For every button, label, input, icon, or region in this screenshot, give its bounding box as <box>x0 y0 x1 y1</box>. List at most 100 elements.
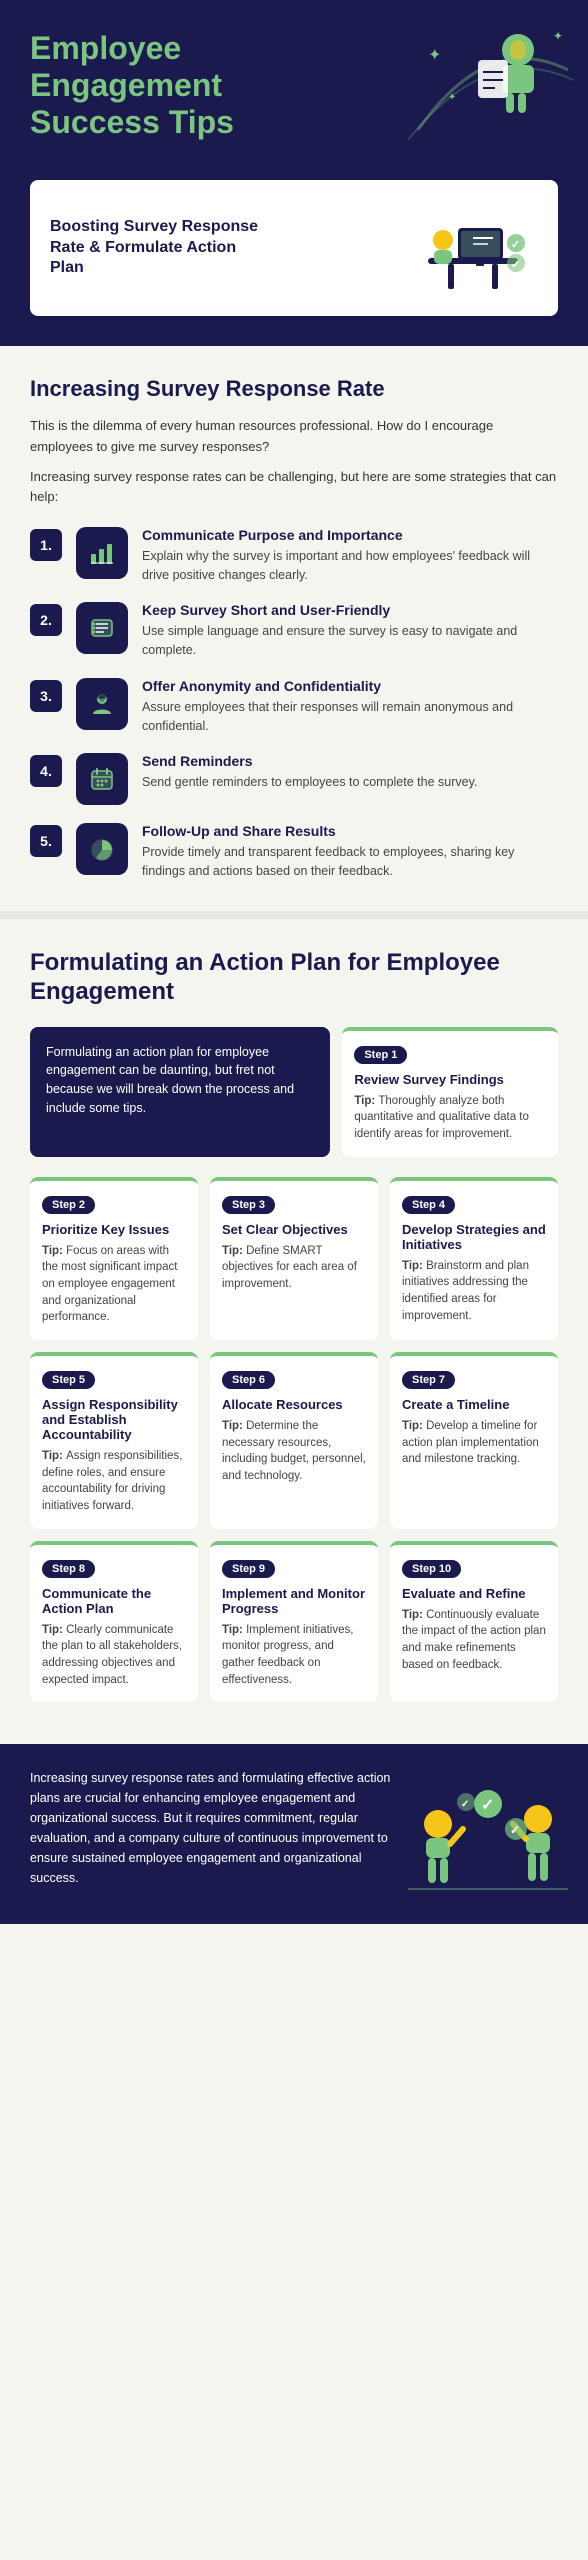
survey-section-title: Increasing Survey Response Rate <box>30 376 558 402</box>
step-title: Prioritize Key Issues <box>42 1222 186 1237</box>
step-title: Set Clear Objectives <box>222 1222 366 1237</box>
step-label: Step 6 <box>222 1371 275 1389</box>
tip-title: Keep Survey Short and User-Friendly <box>142 602 558 618</box>
header-section: Employee Engagement Success Tips ✦ ✦ ✦ <box>0 0 588 180</box>
tip-content: Follow-Up and Share Results Provide time… <box>142 823 558 881</box>
svg-text:✓: ✓ <box>461 1799 469 1810</box>
tip-desc: Provide timely and transparent feedback … <box>142 843 558 881</box>
step-label: Step 2 <box>42 1196 95 1214</box>
tip-icon-box <box>76 678 128 730</box>
steps-grid-row-1: Step 2 Prioritize Key Issues Tip: Focus … <box>30 1177 558 1340</box>
tip-title: Offer Anonymity and Confidentiality <box>142 678 558 694</box>
step-title: Review Survey Findings <box>354 1072 546 1087</box>
tip-desc: Use simple language and ensure the surve… <box>142 622 558 660</box>
tip-content: Offer Anonymity and Confidentiality Assu… <box>142 678 558 736</box>
survey-section: Increasing Survey Response Rate This is … <box>0 346 588 911</box>
step-card-4: Step 4 Develop Strategies and Initiative… <box>390 1177 558 1340</box>
step-title: Allocate Resources <box>222 1397 366 1412</box>
page-title: Employee Engagement Success Tips <box>30 30 310 140</box>
header-illustration: ✦ ✦ ✦ <box>398 10 578 150</box>
step-label: Step 8 <box>42 1560 95 1578</box>
steps-grid-row-2: Step 5 Assign Responsibility and Establi… <box>30 1352 558 1529</box>
tip-title: Communicate Purpose and Importance <box>142 527 558 543</box>
survey-intro-2: Increasing survey response rates can be … <box>30 467 558 507</box>
step-label: Step 9 <box>222 1560 275 1578</box>
chart-icon <box>88 539 116 567</box>
step-tip: Tip: Define SMART objectives for each ar… <box>222 1243 366 1293</box>
tip-icon-box <box>76 602 128 654</box>
step-card-9: Step 9 Implement and Monitor Progress Ti… <box>210 1541 378 1703</box>
svg-text:✦: ✦ <box>428 47 441 64</box>
tip-number: 4. <box>30 755 62 787</box>
tip-item: 1. Communicate Purpose and Importance Ex… <box>30 527 558 585</box>
action-plan-section: Formulating an Action Plan for Employee … <box>0 919 588 1744</box>
svg-text:✓: ✓ <box>511 239 520 251</box>
step-tip: Tip: Clearly communicate the plan to all… <box>42 1622 186 1689</box>
divider <box>0 911 588 919</box>
step-tip: Tip: Continuously evaluate the impact of… <box>402 1607 546 1674</box>
tip-item: 5. Follow-Up and Share Results Provide t… <box>30 823 558 881</box>
footer-illustration: ✓ ✓ ✓ <box>398 1764 578 1924</box>
subtitle-box: Boosting Survey Response Rate & Formulat… <box>30 180 558 316</box>
step-card-5: Step 5 Assign Responsibility and Establi… <box>30 1352 198 1529</box>
tips-list: 1. Communicate Purpose and Importance Ex… <box>30 527 558 881</box>
step-tip: Tip: Determine the necessary resources, … <box>222 1418 366 1485</box>
svg-text:✓: ✓ <box>481 1797 494 1814</box>
tip-icon-box <box>76 823 128 875</box>
tip-desc: Explain why the survey is important and … <box>142 547 558 585</box>
step-title: Implement and Monitor Progress <box>222 1586 366 1616</box>
list-icon <box>88 614 116 642</box>
tip-item: 4. Send Reminders Send gentl <box>30 753 558 805</box>
survey-intro-1: This is the dilemma of every human resou… <box>30 416 558 456</box>
step-title: Develop Strategies and Initiatives <box>402 1222 546 1252</box>
svg-text:✦: ✦ <box>553 29 563 43</box>
step-tip: Tip: Assign responsibilities, define rol… <box>42 1448 186 1515</box>
tip-title: Follow-Up and Share Results <box>142 823 558 839</box>
subtitle-banner: Boosting Survey Response Rate & Formulat… <box>0 180 588 346</box>
step-tip: Tip: Brainstorm and plan initiatives add… <box>402 1258 546 1325</box>
tip-desc: Assure employees that their responses wi… <box>142 698 558 736</box>
step-label: Step 5 <box>42 1371 95 1389</box>
tip-content: Send Reminders Send gentle reminders to … <box>142 753 558 792</box>
step-card-10: Step 10 Evaluate and Refine Tip: Continu… <box>390 1541 558 1703</box>
tip-desc: Send gentle reminders to employees to co… <box>142 773 558 792</box>
subtitle-text: Boosting Survey Response Rate & Formulat… <box>50 217 270 279</box>
step-tip: Tip: Focus on areas with the most signif… <box>42 1243 186 1326</box>
steps-grid-row-3: Step 8 Communicate the Action Plan Tip: … <box>30 1541 558 1703</box>
step-card-8: Step 8 Communicate the Action Plan Tip: … <box>30 1541 198 1703</box>
tip-content: Keep Survey Short and User-Friendly Use … <box>142 602 558 660</box>
step-label: Step 1 <box>354 1046 407 1064</box>
step-label: Step 10 <box>402 1560 461 1578</box>
tip-icon-box <box>76 527 128 579</box>
person-icon <box>88 690 116 718</box>
step-card-1: Step 1 Review Survey Findings Tip: Thoro… <box>342 1027 558 1157</box>
tip-icon-box <box>76 753 128 805</box>
action-section-title: Formulating an Action Plan for Employee … <box>30 949 558 1007</box>
tip-number: 2. <box>30 604 62 636</box>
action-intro-row: Formulating an action plan for employee … <box>30 1027 558 1157</box>
tip-number: 5. <box>30 825 62 857</box>
calendar-icon <box>88 765 116 793</box>
step-title: Evaluate and Refine <box>402 1586 546 1601</box>
svg-text:✦: ✦ <box>448 92 456 103</box>
subtitle-illustration: ✓ ✓ <box>408 198 538 298</box>
svg-text:✓: ✓ <box>511 259 520 271</box>
step-tip: Tip: Develop a timeline for action plan … <box>402 1418 546 1468</box>
step-card-2: Step 2 Prioritize Key Issues Tip: Focus … <box>30 1177 198 1340</box>
step-tip: Tip: Thoroughly analyze both quantitativ… <box>354 1093 546 1143</box>
tip-item: 2. Keep Survey Short and User-Friendly U… <box>30 602 558 660</box>
step-label: Step 4 <box>402 1196 455 1214</box>
tip-number: 1. <box>30 529 62 561</box>
footer-text: Increasing survey response rates and for… <box>30 1768 410 1888</box>
step-title: Create a Timeline <box>402 1397 546 1412</box>
tip-content: Communicate Purpose and Importance Expla… <box>142 527 558 585</box>
step-label: Step 7 <box>402 1371 455 1389</box>
step-card-7: Step 7 Create a Timeline Tip: Develop a … <box>390 1352 558 1529</box>
step-title: Communicate the Action Plan <box>42 1586 186 1616</box>
tip-item: 3. Offer Anonymity and Confidentiality A… <box>30 678 558 736</box>
step-card-3: Step 3 Set Clear Objectives Tip: Define … <box>210 1177 378 1340</box>
tip-number: 3. <box>30 680 62 712</box>
step-label: Step 3 <box>222 1196 275 1214</box>
step-title: Assign Responsibility and Establish Acco… <box>42 1397 186 1442</box>
action-intro-box: Formulating an action plan for employee … <box>30 1027 330 1157</box>
